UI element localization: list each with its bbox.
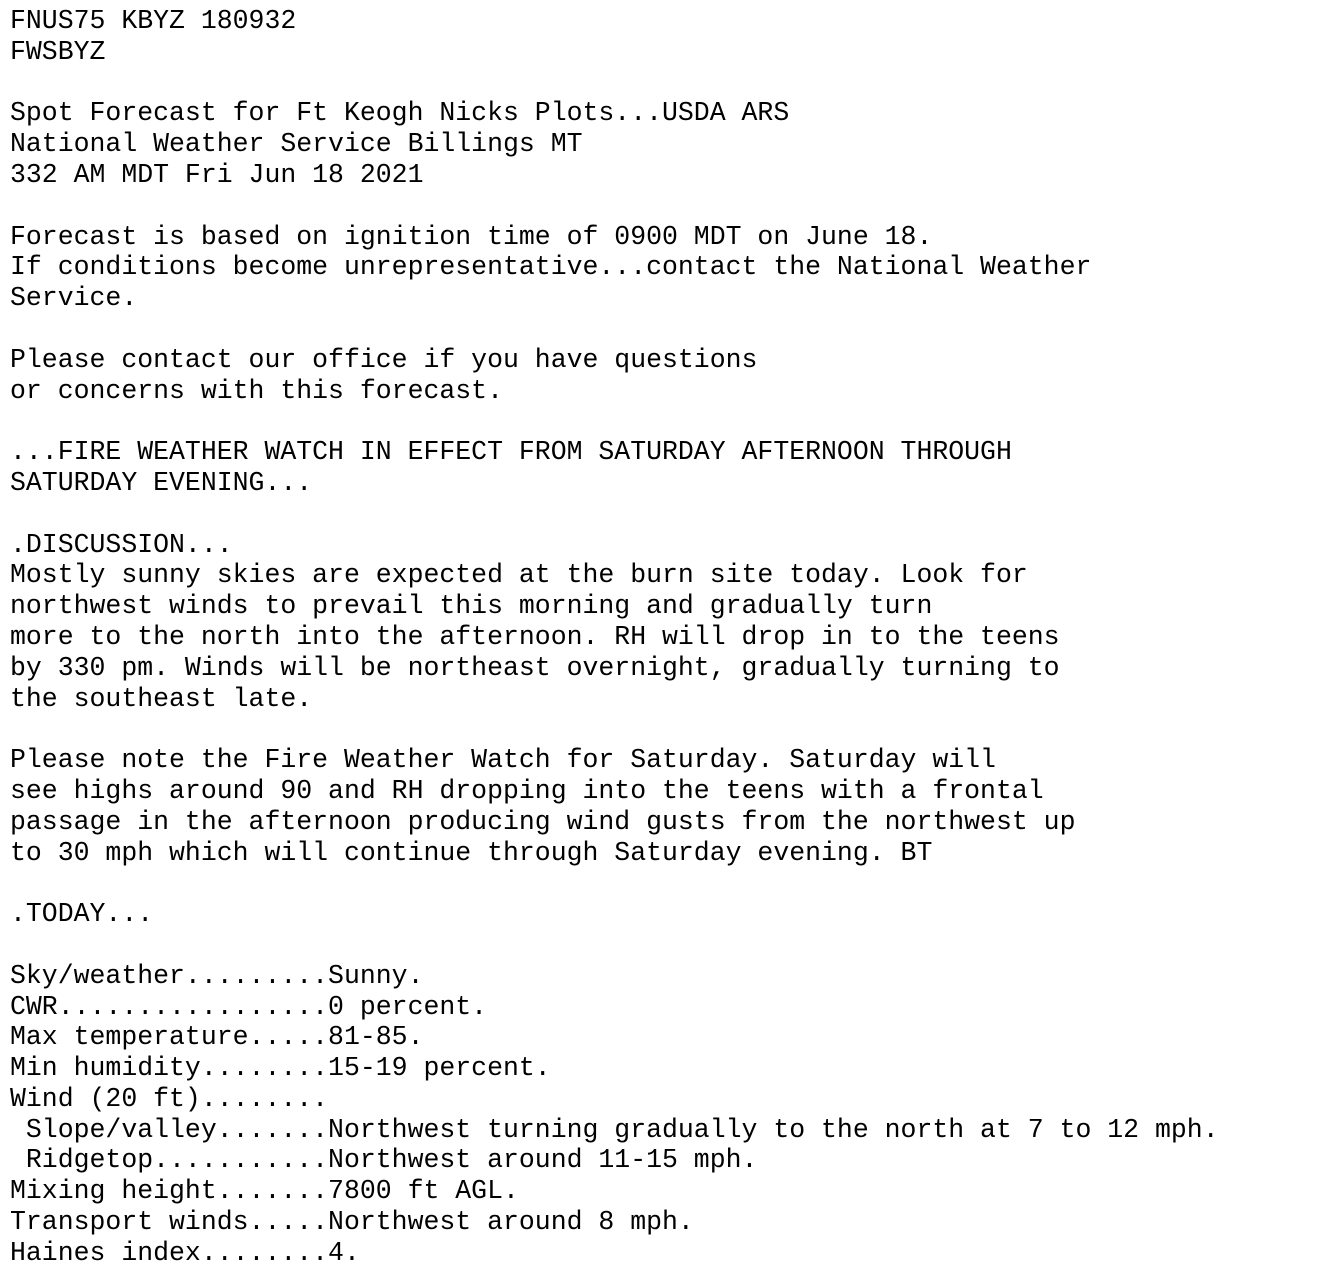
- discussion-line: to 30 mph which will continue through Sa…: [10, 837, 933, 868]
- discussion-line: Please note the Fire Weather Watch for S…: [10, 745, 996, 776]
- forecast-row-ridgetop: Ridgetop...........Northwest around 11-1…: [10, 1145, 758, 1176]
- forecast-row-mixing-height: Mixing height.......7800 ft AGL.: [10, 1176, 519, 1207]
- forecast-row-haines-index: Haines index........4.: [10, 1237, 360, 1268]
- forecast-row-cwr: CWR.................0 percent.: [10, 991, 488, 1022]
- discussion-line: northwest winds to prevail this morning …: [10, 591, 933, 622]
- issue-time: 332 AM MDT Fri Jun 18 2021: [10, 159, 424, 190]
- contact-line: or concerns with this forecast.: [10, 375, 503, 406]
- forecast-row-sky-weather: Sky/weather.........Sunny.: [10, 960, 424, 991]
- forecast-row-min-humidity: Min humidity........15-19 percent.: [10, 1053, 551, 1084]
- headline-line: SATURDAY EVENING...: [10, 467, 313, 498]
- today-heading: .TODAY...: [10, 899, 154, 930]
- discussion-line: passage in the afternoon producing wind …: [10, 806, 1076, 837]
- forecast-row-wind: Wind (20 ft)........: [10, 1083, 329, 1114]
- discussion-line: by 330 pm. Winds will be northeast overn…: [10, 652, 1060, 683]
- discussion-line: the southeast late.: [10, 683, 313, 714]
- discussion-heading: .DISCUSSION...: [10, 529, 233, 560]
- intro-line: If conditions become unrepresentative...…: [10, 252, 1092, 283]
- contact-line: Please contact our office if you have qu…: [10, 344, 758, 375]
- forecast-row-max-temperature: Max temperature.....81-85.: [10, 1022, 424, 1053]
- forecast-title: Spot Forecast for Ft Keogh Nicks Plots..…: [10, 98, 790, 129]
- discussion-line: more to the north into the afternoon. RH…: [10, 621, 1060, 652]
- headline-line: ...FIRE WEATHER WATCH IN EFFECT FROM SAT…: [10, 437, 1012, 468]
- intro-line: Service.: [10, 283, 138, 314]
- awips-id: FWSBYZ: [10, 36, 106, 67]
- forecast-row-transport-winds: Transport winds.....Northwest around 8 m…: [10, 1207, 694, 1238]
- forecast-row-slope-valley: Slope/valley.......Northwest turning gra…: [10, 1114, 1219, 1145]
- discussion-line: see highs around 90 and RH dropping into…: [10, 775, 1044, 806]
- discussion-line: Mostly sunny skies are expected at the b…: [10, 560, 1028, 591]
- intro-line: Forecast is based on ignition time of 09…: [10, 221, 933, 252]
- product-id: FNUS75 KBYZ 180932: [10, 6, 297, 36]
- issuing-office: National Weather Service Billings MT: [10, 129, 583, 160]
- forecast-document: FNUS75 KBYZ 180932 FWSBYZ Spot Forecast …: [0, 0, 1328, 1269]
